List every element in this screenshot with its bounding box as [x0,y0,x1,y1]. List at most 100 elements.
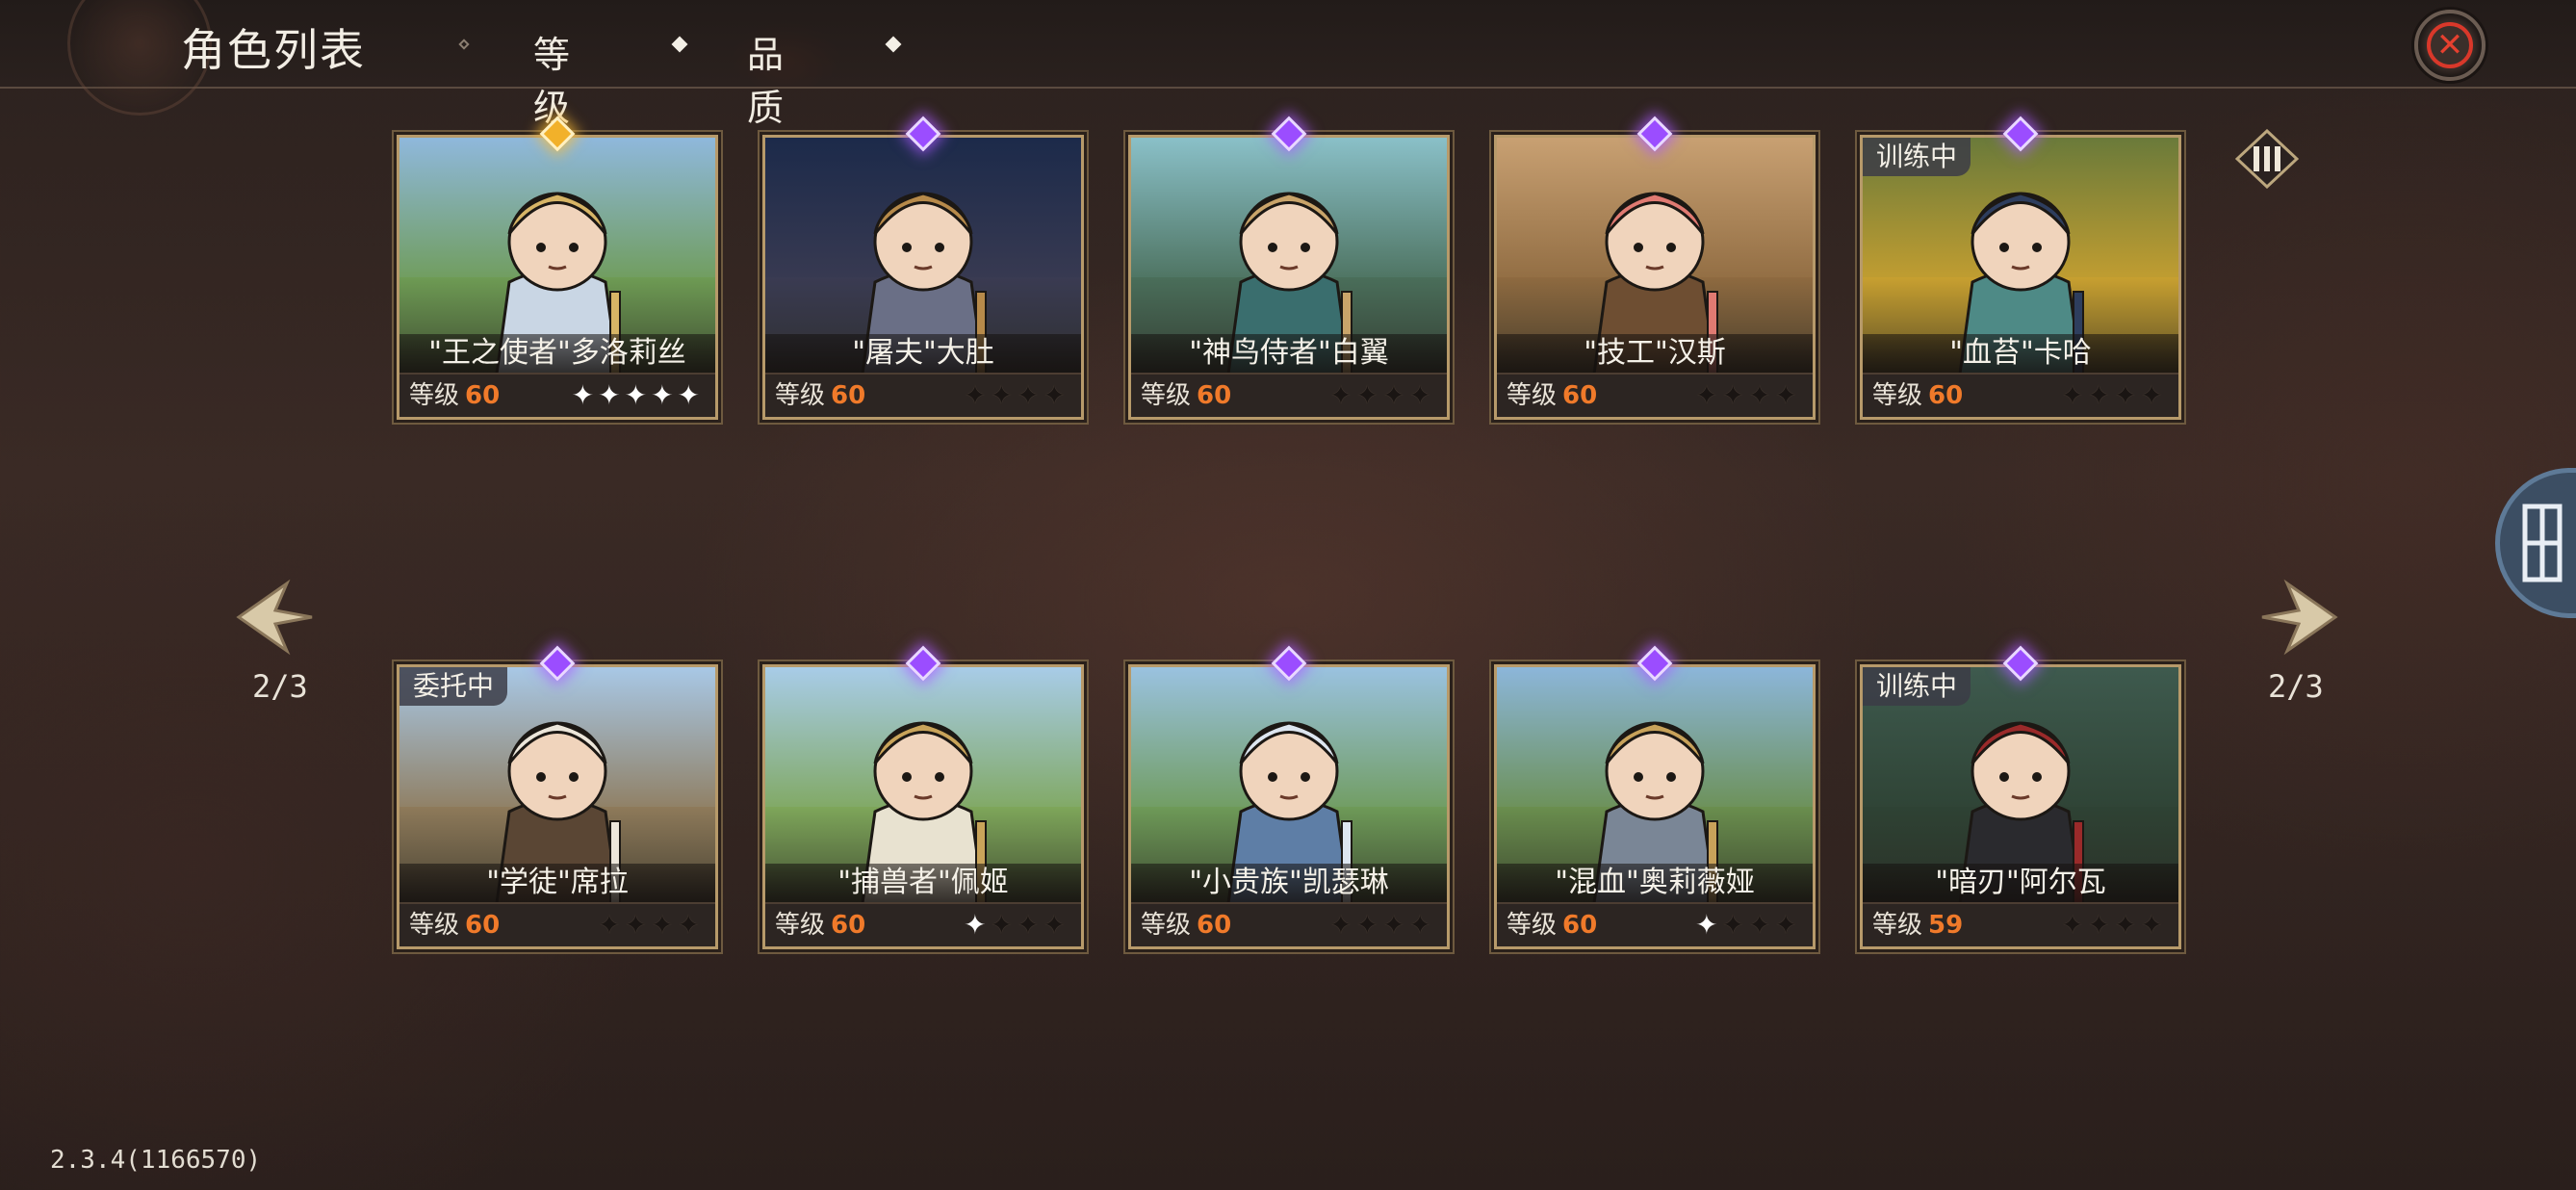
tab-quality[interactable]: 品质 [708,0,863,131]
level-label: 等级 [775,911,826,940]
character-card[interactable]: 训练中 "暗刃"阿尔瓦等级 59 ✦✦✦✦ [1860,664,2181,949]
character-name: "神鸟侍者"白翼 [1131,334,1447,373]
star-icon: ✦ [571,379,599,411]
character-card[interactable]: 训练中 "血苔"卡哈 等级 60 ✦✦✦✦ [1860,135,2181,420]
star-icon: ✦ [1355,909,1383,941]
status-badge: 训练中 [1863,667,1971,706]
star-icon: ✦ [1408,379,1435,411]
character-card[interactable]: "混血"奥莉薇娅 等级 60 ✦✦✦✦ [1494,664,1816,949]
star-rating: ✦✦✦✦ [1329,904,1435,946]
star-icon: ✦ [677,379,704,411]
character-name: "屠夫"大肚 [765,334,1081,373]
level-value: 59 [1928,911,1964,940]
character-card[interactable]: "神鸟侍者"白翼 等级 60 ✦✦✦✦ [1128,135,1450,420]
star-icon: ✦ [1695,379,1722,411]
level-label: 等级 [1872,381,1923,410]
side-panel-tab[interactable] [2495,468,2576,618]
star-icon: ✦ [1721,379,1749,411]
star-icon: ✦ [2114,379,2141,411]
level-row: 等级 60 ✦✦✦✦ [1497,902,1813,946]
level-label: 等级 [775,381,826,410]
star-icon: ✦ [1329,379,1356,411]
character-card[interactable]: "技工"汉斯等级 60 ✦✦✦✦ [1494,135,1816,420]
level-row: 等级 60 ✦✦✦✦ [765,902,1081,946]
level-value: 60 [465,911,501,940]
status-badge: 训练中 [1863,138,1971,176]
star-icon: ✦ [624,379,652,411]
star-icon: ✦ [990,379,1018,411]
star-rating: ✦✦✦✦ [1329,375,1435,417]
star-rating: ✦✦✦✦ [964,375,1069,417]
level-value: 60 [1928,381,1964,410]
next-page-button[interactable] [2258,574,2345,660]
tab-separator-icon [885,36,902,53]
level-label: 等级 [1141,911,1192,940]
character-name: "血苔"卡哈 [1863,334,2178,373]
character-name: "混血"奥莉薇娅 [1497,864,1813,902]
character-name: "王之使者"多洛莉丝 [399,334,715,373]
page-title: 角色列表 [181,24,366,76]
star-icon: ✦ [651,379,678,411]
prev-page-button[interactable] [229,574,316,660]
tab-level[interactable]: 等级 [533,25,570,131]
character-card[interactable]: "王之使者"多洛莉丝 等级 60 ✦✦✦✦✦ [397,135,718,420]
level-row: 等级 60 ✦✦✦✦ [1131,373,1447,417]
character-card[interactable]: "捕兽者"佩姬 等级 60 ✦✦✦✦ [762,664,1084,949]
character-card[interactable]: "屠夫"大肚 等级 60 ✦✦✦✦ [762,135,1084,420]
status-badge: 委托中 [399,667,508,706]
star-icon: ✦ [1382,379,1409,411]
star-icon: ✦ [2140,379,2167,411]
star-rating: ✦✦✦✦ [1695,904,1801,946]
level-value: 60 [1562,911,1598,940]
level-label: 等级 [1872,911,1923,940]
star-icon: ✦ [1355,379,1383,411]
character-card[interactable]: 委托中 "学徒"席拉等级 60 ✦✦✦✦ [397,664,718,949]
level-label: 等级 [409,911,460,940]
character-name: "暗刃"阿尔瓦 [1863,864,2178,902]
star-icon: ✦ [651,909,678,941]
star-icon: ✦ [1721,909,1749,941]
star-icon: ✦ [1695,909,1722,941]
star-icon: ✦ [1408,909,1435,941]
star-icon: ✦ [1329,909,1356,941]
tab-separator-icon [671,36,688,53]
star-icon: ✦ [677,909,704,941]
star-rating: ✦✦✦✦ [598,904,704,946]
star-icon: ✦ [2087,909,2115,941]
level-value: 60 [1197,911,1232,940]
star-rating: ✦✦✦✦ [2061,904,2167,946]
star-icon: ✦ [2087,379,2115,411]
page-indicator-right: 2/3 [2268,668,2324,705]
star-icon: ✦ [1774,909,1801,941]
star-icon: ✦ [598,909,625,941]
tab-separator-icon [458,39,470,50]
star-icon: ✦ [964,379,991,411]
star-icon: ✦ [1748,909,1775,941]
level-label: 等级 [1507,381,1558,410]
star-icon: ✦ [1017,379,1043,411]
close-button[interactable]: ✕ [2414,10,2486,81]
close-icon: ✕ [2427,22,2473,68]
star-icon: ✦ [2114,909,2141,941]
star-icon: ✦ [1382,909,1409,941]
star-icon: ✦ [2140,909,2167,941]
level-value: 60 [831,381,866,410]
star-icon: ✦ [1043,909,1069,941]
character-name: "捕兽者"佩姬 [765,864,1081,902]
character-card[interactable]: "小贵族"凯瑟琳 等级 60 ✦✦✦✦ [1128,664,1450,949]
level-value: 60 [831,911,866,940]
character-name: "学徒"席拉 [399,864,715,902]
side-panel-icon [2522,504,2563,582]
character-name: "技工"汉斯 [1497,334,1813,373]
character-name: "小贵族"凯瑟琳 [1131,864,1447,902]
star-icon: ✦ [598,379,625,411]
star-icon: ✦ [1043,379,1069,411]
level-row: 等级 60 ✦✦✦✦ [399,902,715,946]
star-rating: ✦✦✦✦ [1695,375,1801,417]
level-label: 等级 [409,381,460,410]
star-icon: ✦ [1774,379,1801,411]
star-rating: ✦✦✦✦✦ [572,375,704,417]
level-value: 60 [1562,381,1598,410]
level-row: 等级 60 ✦✦✦✦✦ [399,373,715,417]
filter-icon[interactable] [2235,129,2299,189]
